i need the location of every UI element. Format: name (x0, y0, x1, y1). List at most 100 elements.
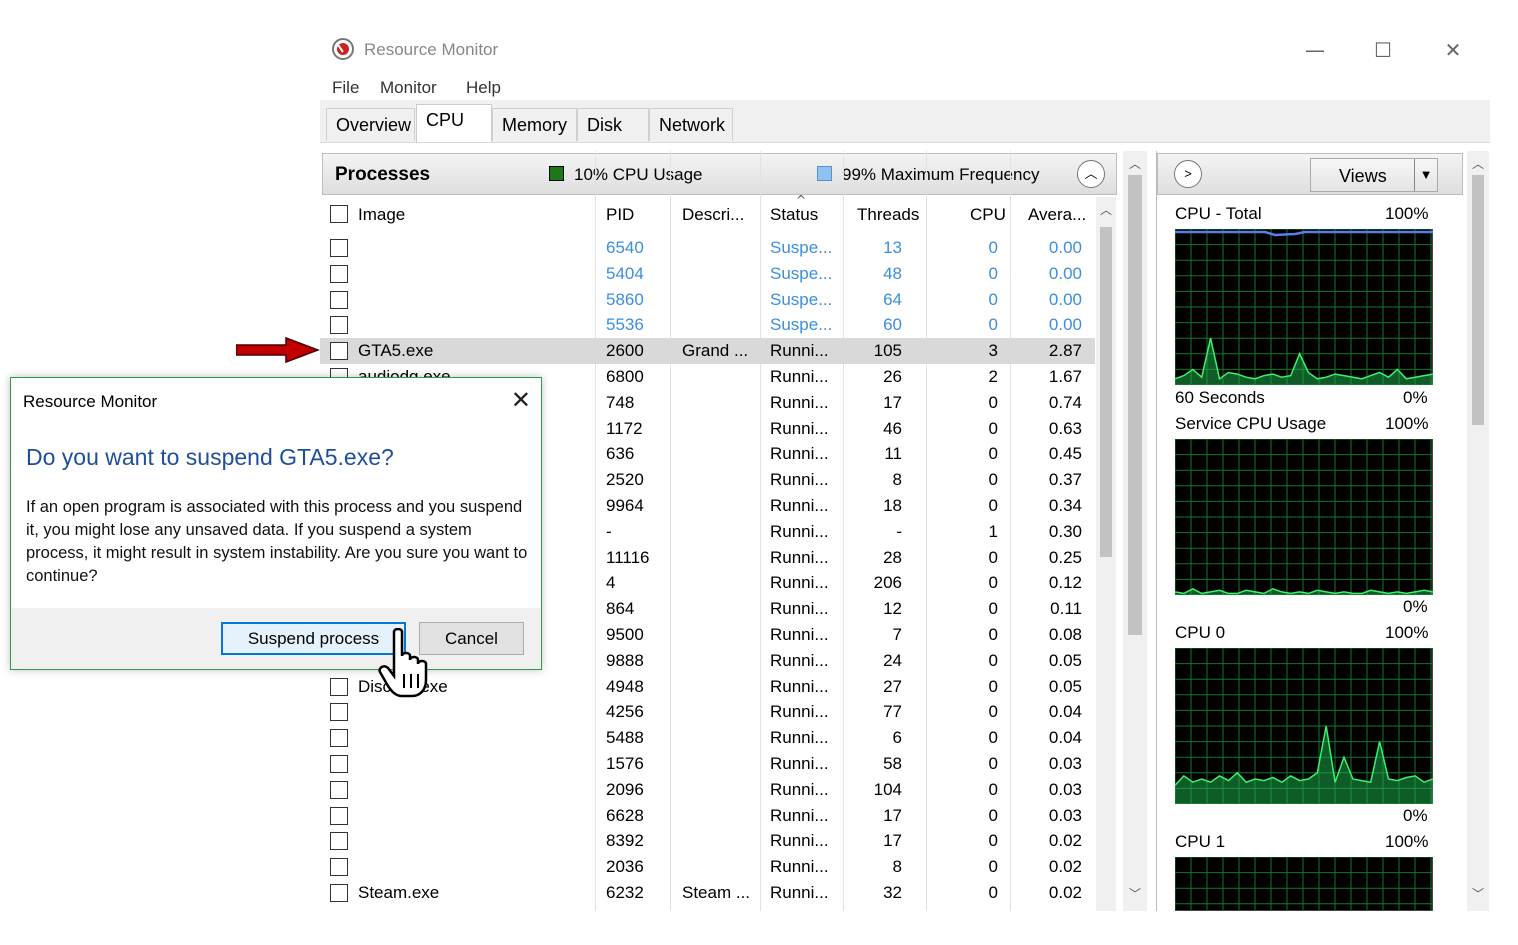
process-checkbox[interactable] (330, 677, 348, 696)
process-checkbox[interactable] (330, 755, 348, 773)
cell-avg: 2.87 (1048, 341, 1082, 361)
graph-max-cpu-total: 100% (1385, 204, 1429, 223)
process-row[interactable]: 6628 Runni... 17 0 0.03 (320, 803, 1095, 829)
cell-status: Suspe... (770, 289, 833, 309)
process-row[interactable]: 5404 Suspe... 48 0 0.00 (320, 261, 1095, 287)
processes-header[interactable]: Processes 10% CPU Usage 99% Maximum Freq… (322, 153, 1117, 195)
select-all-checkbox[interactable] (330, 205, 348, 223)
process-checkbox[interactable] (330, 290, 348, 309)
panel-scroll-up-arrow-icon[interactable]: ︿ (1129, 155, 1141, 172)
process-checkbox[interactable] (330, 342, 348, 361)
graph-panel-scrollbar[interactable]: ︿ ﹀ (1467, 151, 1489, 911)
cell-status: Suspe... (770, 315, 833, 335)
column-status[interactable]: Status (770, 205, 818, 225)
graph-scroll-up-arrow-icon[interactable]: ︿ (1472, 155, 1484, 172)
process-checkbox[interactable] (330, 780, 348, 799)
column-cpu[interactable]: CPU (970, 205, 1006, 225)
process-row[interactable]: 1576 Runni... 58 0 0.03 (320, 751, 1095, 777)
menu-monitor[interactable]: Monitor (380, 78, 437, 98)
cell-status: Runni... (770, 754, 829, 773)
cell-cpu: 0 (988, 418, 998, 438)
process-checkbox[interactable] (330, 316, 348, 335)
cell-pid: 636 (606, 444, 635, 464)
tab-cpu[interactable]: CPU (416, 104, 492, 142)
cell-cpu: 0 (988, 573, 998, 593)
process-row[interactable]: 8392 Runni... 17 0 0.02 (320, 828, 1095, 854)
cell-pid: 2520 (606, 470, 644, 490)
menu-file[interactable]: File (332, 78, 359, 98)
process-checkbox[interactable] (330, 858, 348, 877)
panel-scrollbar[interactable]: ︿ ﹀ (1123, 151, 1147, 911)
tab-memory[interactable]: Memory (492, 108, 577, 141)
graph-label-cpu-total: CPU - Total (1175, 204, 1262, 223)
tab-network[interactable]: Network (649, 108, 733, 141)
process-list-scrollbar[interactable]: ︿ (1096, 197, 1116, 911)
cell-avg: 0.12 (1048, 573, 1082, 593)
panel-scroll-down-arrow-icon[interactable]: ﹀ (1129, 885, 1141, 902)
process-row[interactable]: 5488 Runni... 6 0 0.04 (320, 725, 1095, 751)
process-checkbox[interactable] (330, 806, 348, 825)
process-row[interactable]: GTA5.exe 2600 Grand ... Runni... 105 3 2.87 (320, 338, 1095, 365)
process-checkbox[interactable] (330, 832, 348, 851)
cell-avg: 0.30 (1048, 521, 1082, 541)
dialog-message: If an open program is associated with th… (26, 498, 528, 585)
views-label: Views (1339, 166, 1387, 186)
cell-avg: 0.63 (1048, 418, 1082, 438)
cell-pid: 5536 (606, 315, 644, 335)
process-checkbox[interactable] (330, 884, 348, 902)
dialog-close-icon[interactable]: ✕ (511, 386, 531, 414)
process-checkbox[interactable] (330, 703, 348, 722)
cell-cpu: 0 (988, 779, 998, 799)
cell-status: Runni... (770, 418, 829, 438)
collapse-chevron-icon[interactable]: ︿ (1077, 160, 1105, 188)
tab-overview[interactable]: Overview (326, 108, 415, 141)
cell-threads: 46 (883, 418, 902, 438)
cell-avg: 0.08 (1048, 625, 1082, 644)
column-image[interactable]: Image (358, 205, 405, 225)
cell-cpu: 0 (988, 470, 998, 490)
cell-cpu: 0 (988, 857, 998, 877)
column-average[interactable]: Avera... (1028, 205, 1086, 225)
expand-chevron-icon[interactable]: > (1174, 160, 1202, 188)
column-pid[interactable]: PID (606, 205, 634, 225)
process-checkbox[interactable] (330, 729, 348, 748)
cell-threads: 64 (883, 289, 902, 309)
cell-status: Runni... (770, 547, 829, 567)
tab-disk[interactable]: Disk (577, 108, 649, 141)
graph-max-cpu0: 100% (1385, 623, 1429, 642)
column-description[interactable]: Descri... (682, 205, 744, 225)
maximize-button[interactable]: ☐ (1360, 34, 1406, 66)
title-bar: Resource Monitor — ☐ ✕ (320, 30, 1490, 70)
process-row[interactable]: 2096 Runni... 104 0 0.03 (320, 777, 1095, 803)
process-checkbox[interactable] (330, 264, 348, 283)
process-row[interactable]: Discord.exe4948Runni...2700.05 (320, 674, 1095, 700)
tab-bar: Overview CPU Memory Disk Network (320, 100, 1490, 143)
process-row[interactable]: 5536 Suspe... 60 0 0.00 (320, 312, 1095, 338)
process-row[interactable]: 2036 Runni... 8 0 0.02 (320, 854, 1095, 880)
cell-avg: 0.34 (1048, 496, 1082, 515)
graph-label-cpu0: CPU 0 (1175, 623, 1226, 642)
cell-cpu: 0 (988, 496, 998, 515)
cell-desc: Grand ... (682, 341, 749, 361)
menu-help[interactable]: Help (466, 78, 501, 98)
process-row[interactable]: Steam.exe 6232 Steam ... Runni... 32 0 0.02 (320, 880, 1095, 906)
graph-scroll-thumb[interactable] (1472, 175, 1484, 425)
panel-scroll-thumb[interactable] (1128, 175, 1142, 635)
process-checkbox[interactable] (330, 239, 348, 257)
process-row[interactable]: 6540 Suspe... 13 0 0.00 (320, 235, 1095, 261)
column-threads[interactable]: Threads (857, 205, 919, 225)
scroll-up-arrow-icon[interactable]: ︿ (1100, 201, 1112, 218)
cell-cpu: 0 (988, 263, 998, 283)
views-dropdown[interactable]: Views ▼ (1310, 158, 1438, 192)
graph-scroll-down-arrow-icon[interactable]: ﹀ (1472, 885, 1484, 902)
minimize-button[interactable]: — (1292, 34, 1338, 66)
suspend-confirm-dialog: Resource Monitor ✕ Do you want to suspen… (10, 377, 542, 670)
process-list-scroll-thumb[interactable] (1100, 227, 1112, 557)
close-button[interactable]: ✕ (1430, 34, 1476, 66)
process-row[interactable]: 4256 Runni... 77 0 0.04 (320, 699, 1095, 725)
cell-avg: 0.74 (1048, 392, 1082, 412)
process-row[interactable]: 5860 Suspe... 64 0 0.00 (320, 287, 1095, 313)
cell-pid: 9500 (606, 625, 644, 644)
cell-threads: 32 (883, 883, 902, 902)
graph-max-service-cpu: 100% (1385, 414, 1429, 433)
